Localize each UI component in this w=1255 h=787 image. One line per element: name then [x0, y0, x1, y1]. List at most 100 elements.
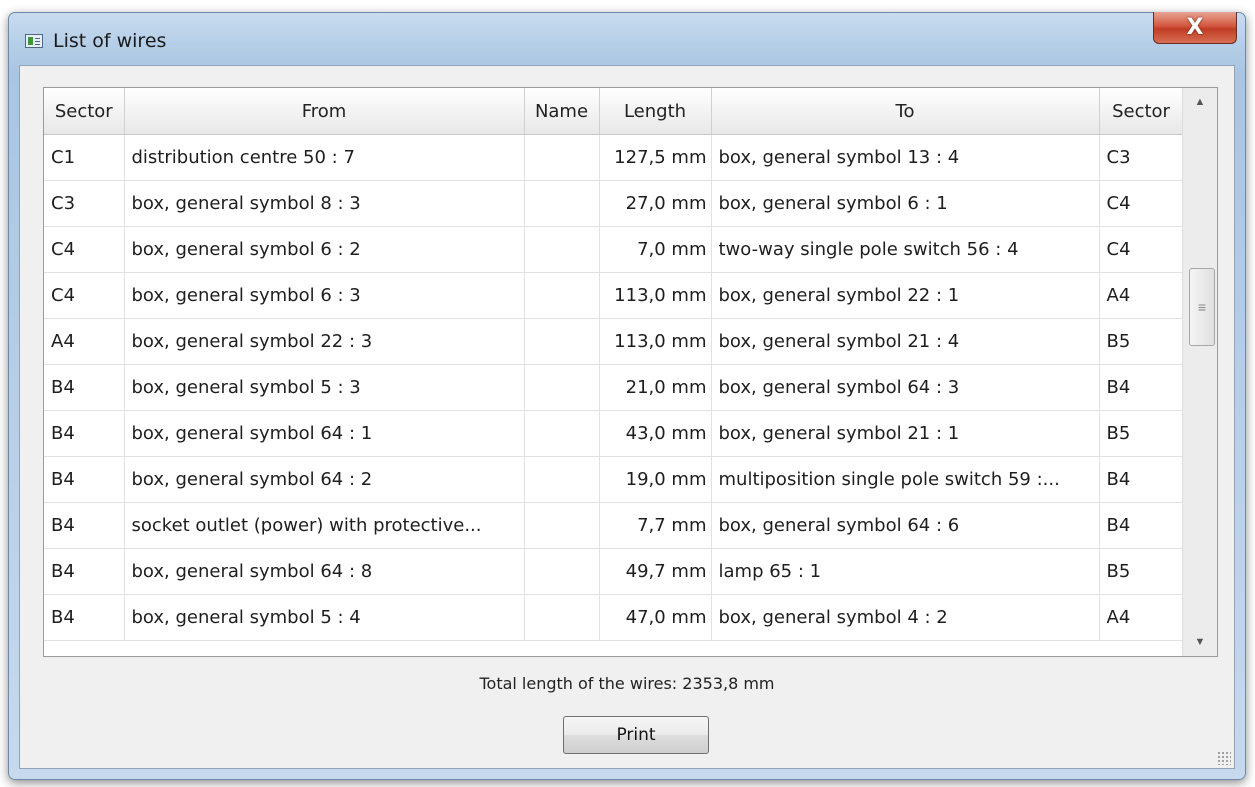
column-header-name[interactable]: Name: [524, 88, 600, 135]
cell-sector-to: A4: [1099, 594, 1184, 641]
cell-sector-from: B4: [44, 456, 125, 503]
cell-name: [524, 272, 600, 319]
cell-length: 21,0 mm: [599, 364, 712, 411]
cell-sector-from: B4: [44, 364, 125, 411]
table-row[interactable]: B4 socket outlet (power) with protective.…: [44, 502, 1184, 549]
table-body: C1 distribution centre 50 : 7 127,5 mm box,…: [44, 134, 1184, 641]
cell-name: [524, 594, 600, 641]
table-row[interactable]: B4 box, general symbol 64 : 8 49,7 mm lamp …: [44, 548, 1184, 595]
cell-from: box, general symbol 6 : 2: [124, 226, 525, 273]
cell-sector-to: A4: [1099, 272, 1184, 319]
cell-to: two-way single pole switch 56 : 4: [711, 226, 1100, 273]
cell-from: box, general symbol 64 : 8: [124, 548, 525, 595]
cell-from: box, general symbol 22 : 3: [124, 318, 525, 365]
cell-sector-to: B5: [1099, 548, 1184, 595]
cell-to: box, general symbol 64 : 3: [711, 364, 1100, 411]
wires-table-grid: Sector From Name Length To Sector C1 dist…: [44, 88, 1184, 641]
column-header-to[interactable]: To: [711, 88, 1100, 135]
cell-to: multiposition single pole switch 59 :...: [711, 456, 1100, 503]
scrollbar-thumb[interactable]: ≡: [1189, 268, 1215, 346]
cell-length: 27,0 mm: [599, 180, 712, 227]
cell-to: box, general symbol 13 : 4: [711, 134, 1100, 181]
total-length-label: Total length of the wires: 2353,8 mm: [479, 674, 775, 693]
grip-lines-icon: ≡: [1197, 299, 1207, 315]
table-row[interactable]: C4 box, general symbol 6 : 2 7,0 mm two-way…: [44, 226, 1184, 273]
list-window-icon: [25, 34, 43, 48]
column-header-sector-from[interactable]: Sector: [44, 88, 125, 135]
vertical-scrollbar[interactable]: ▲ ≡ ▼: [1182, 88, 1217, 656]
cell-length: 49,7 mm: [599, 548, 712, 595]
cell-sector-from: B4: [44, 502, 125, 549]
table-row[interactable]: C4 box, general symbol 6 : 3 113,0 mm box, …: [44, 272, 1184, 319]
cell-sector-from: C1: [44, 134, 125, 181]
cell-length: 113,0 mm: [599, 272, 712, 319]
column-header-sector-to[interactable]: Sector: [1099, 88, 1184, 135]
cell-length: 7,7 mm: [599, 502, 712, 549]
table-row[interactable]: B4 box, general symbol 5 : 3 21,0 mm box, g…: [44, 364, 1184, 411]
cell-from: box, general symbol 5 : 3: [124, 364, 525, 411]
cell-sector-from: B4: [44, 594, 125, 641]
cell-sector-to: B4: [1099, 502, 1184, 549]
column-header-length[interactable]: Length: [599, 88, 712, 135]
table-row[interactable]: B4 box, general symbol 64 : 2 19,0 mm multi…: [44, 456, 1184, 503]
cell-sector-to: B5: [1099, 410, 1184, 457]
cell-name: [524, 548, 600, 595]
cell-to: box, general symbol 22 : 1: [711, 272, 1100, 319]
cell-sector-from: B4: [44, 410, 125, 457]
cell-to: box, general symbol 21 : 1: [711, 410, 1100, 457]
cell-name: [524, 318, 600, 365]
table-header-row: Sector From Name Length To Sector: [44, 88, 1184, 135]
list-of-wires-window: List of wires X Sector From Name Length …: [8, 12, 1246, 780]
table-row[interactable]: A4 box, general symbol 22 : 3 113,0 mm box,…: [44, 318, 1184, 365]
arrow-down-icon[interactable]: ▼: [1183, 628, 1217, 656]
cell-sector-from: B4: [44, 548, 125, 595]
cell-to: box, general symbol 21 : 4: [711, 318, 1100, 365]
cell-sector-to: C3: [1099, 134, 1184, 181]
cell-from: box, general symbol 5 : 4: [124, 594, 525, 641]
cell-length: 47,0 mm: [599, 594, 712, 641]
table-row[interactable]: C1 distribution centre 50 : 7 127,5 mm box,…: [44, 134, 1184, 181]
cell-from: box, general symbol 6 : 3: [124, 272, 525, 319]
cell-name: [524, 226, 600, 273]
cell-from: box, general symbol 64 : 1: [124, 410, 525, 457]
cell-to: lamp 65 : 1: [711, 548, 1100, 595]
cell-name: [524, 456, 600, 503]
table-row[interactable]: C3 box, general symbol 8 : 3 27,0 mm box, g…: [44, 180, 1184, 227]
wires-table[interactable]: Sector From Name Length To Sector C1 dist…: [43, 87, 1218, 657]
column-header-from[interactable]: From: [124, 88, 525, 135]
cell-to: box, general symbol 4 : 2: [711, 594, 1100, 641]
cell-name: [524, 364, 600, 411]
cell-to: box, general symbol 64 : 6: [711, 502, 1100, 549]
dialog-client-area: Sector From Name Length To Sector C1 dist…: [19, 65, 1235, 769]
cell-sector-to: C4: [1099, 226, 1184, 273]
cell-length: 19,0 mm: [599, 456, 712, 503]
cell-sector-from: C4: [44, 272, 125, 319]
cell-name: [524, 502, 600, 549]
cell-sector-from: C4: [44, 226, 125, 273]
cell-sector-to: B4: [1099, 456, 1184, 503]
cell-sector-from: A4: [44, 318, 125, 365]
table-row[interactable]: B4 box, general symbol 5 : 4 47,0 mm box, g…: [44, 594, 1184, 641]
table-row[interactable]: B4 box, general symbol 64 : 1 43,0 mm box, …: [44, 410, 1184, 457]
cell-from: box, general symbol 64 : 2: [124, 456, 525, 503]
arrow-up-icon[interactable]: ▲: [1183, 88, 1217, 116]
cell-length: 127,5 mm: [599, 134, 712, 181]
cell-from: socket outlet (power) with protective...: [124, 502, 525, 549]
cell-from: box, general symbol 8 : 3: [124, 180, 525, 227]
cell-name: [524, 410, 600, 457]
cell-name: [524, 134, 600, 181]
cell-sector-from: C3: [44, 180, 125, 227]
cell-from: distribution centre 50 : 7: [124, 134, 525, 181]
cell-to: box, general symbol 6 : 1: [711, 180, 1100, 227]
cell-length: 43,0 mm: [599, 410, 712, 457]
resize-grip-icon[interactable]: [1217, 751, 1231, 765]
cell-sector-to: B5: [1099, 318, 1184, 365]
print-button[interactable]: Print: [563, 716, 709, 754]
close-button[interactable]: X: [1153, 12, 1237, 44]
title-bar[interactable]: List of wires X: [9, 12, 1245, 73]
cell-name: [524, 180, 600, 227]
cell-sector-to: B4: [1099, 364, 1184, 411]
cell-length: 7,0 mm: [599, 226, 712, 273]
window-title: List of wires: [53, 30, 167, 52]
cell-sector-to: C4: [1099, 180, 1184, 227]
